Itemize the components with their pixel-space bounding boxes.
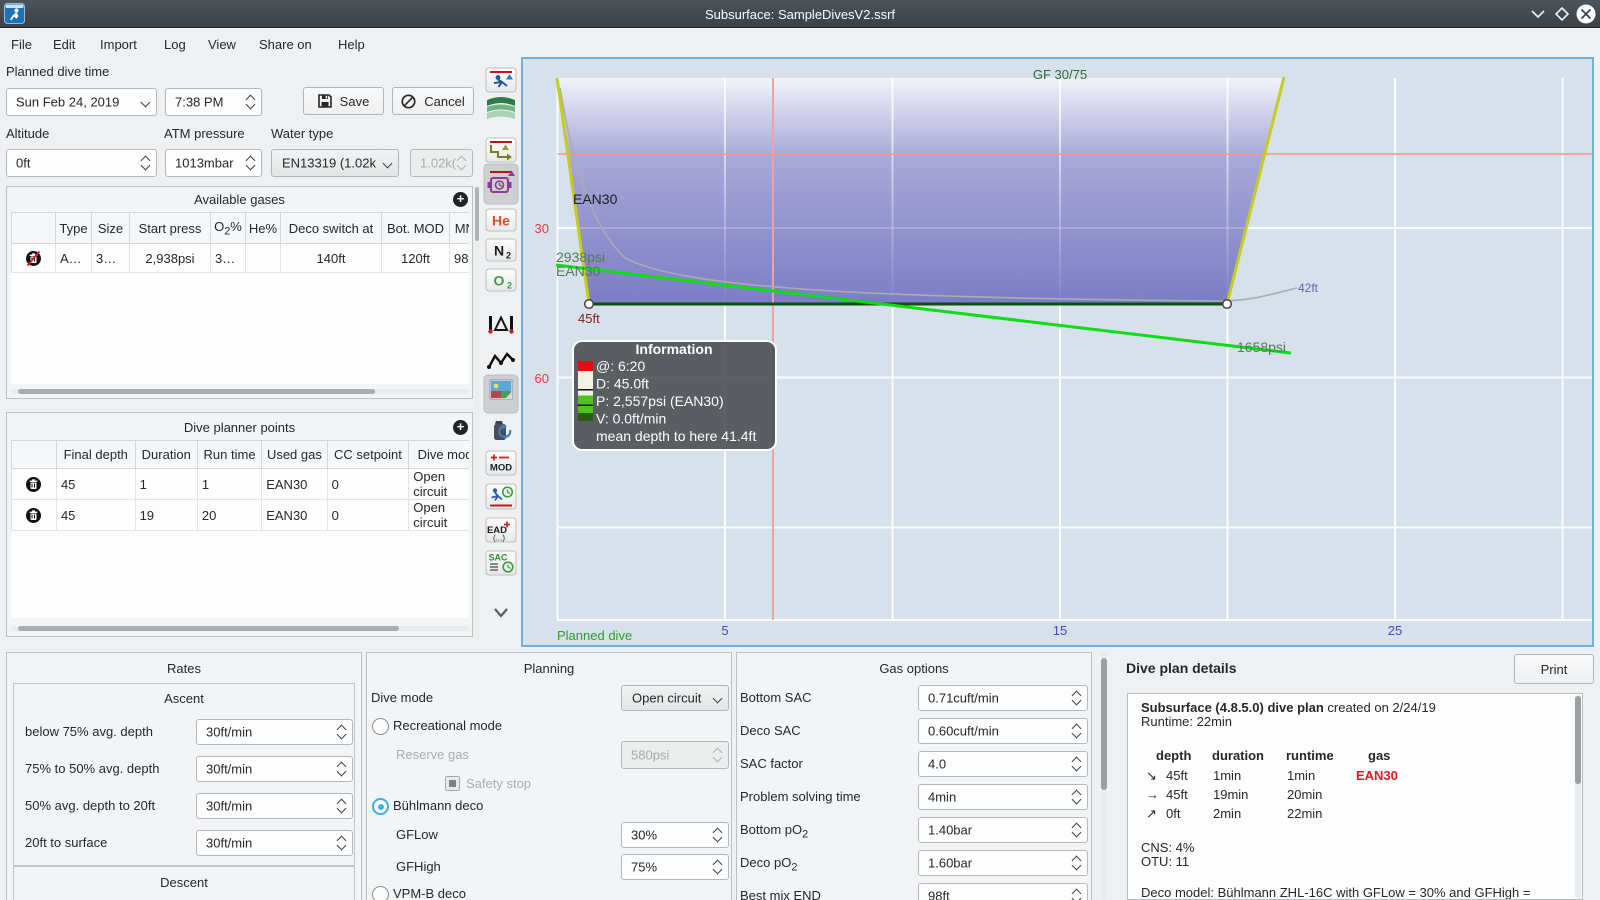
svg-text:GF 30/75: GF 30/75 — [1033, 67, 1087, 82]
svg-text:2: 2 — [507, 281, 512, 291]
svg-text:(...): (...) — [493, 534, 505, 543]
svg-text:60: 60 — [535, 371, 549, 386]
svg-text:2: 2 — [506, 251, 511, 261]
svg-text:42ft: 42ft — [1298, 281, 1319, 295]
svg-text:P: 2,557psi (EAN30): P: 2,557psi (EAN30) — [596, 393, 724, 409]
svg-text:V: 0.0ft/min: V: 0.0ft/min — [596, 411, 666, 427]
svg-text:MOD: MOD — [490, 463, 512, 474]
svg-text:1658psi: 1658psi — [1237, 339, 1286, 355]
svg-text:Information: Information — [636, 341, 713, 357]
svg-text:N: N — [494, 243, 504, 259]
svg-text:25: 25 — [1388, 623, 1402, 638]
svg-text:30: 30 — [535, 221, 549, 236]
svg-text:EAN30: EAN30 — [556, 263, 601, 279]
svg-text:15: 15 — [1053, 623, 1067, 638]
svg-text:O: O — [494, 273, 505, 289]
svg-text:He: He — [492, 213, 510, 229]
svg-text:SAC: SAC — [488, 553, 508, 563]
svg-text:EAN30: EAN30 — [573, 191, 618, 207]
svg-text:Planned dive: Planned dive — [557, 628, 632, 643]
svg-text:mean depth to here 41.4ft: mean depth to here 41.4ft — [596, 428, 756, 444]
svg-text:45ft: 45ft — [578, 311, 600, 326]
svg-text:5: 5 — [721, 623, 728, 638]
svg-text:D: 45.0ft: D: 45.0ft — [596, 376, 649, 392]
svg-text:@: 6:20: @: 6:20 — [596, 358, 645, 374]
